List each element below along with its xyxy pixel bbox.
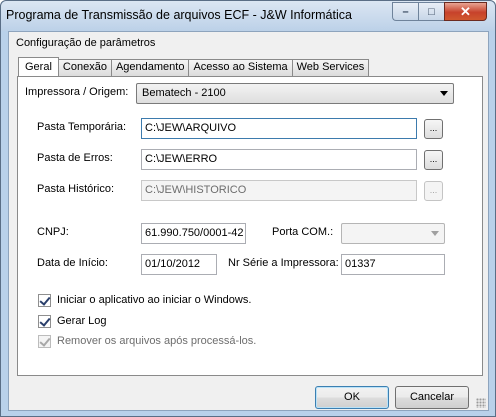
gerar-log-checkbox[interactable]	[38, 315, 51, 328]
close-button[interactable]: ✕	[444, 2, 487, 21]
tab-agendamento[interactable]: Agendamento	[110, 59, 190, 76]
impressora-select-value: Bematech - 2100	[142, 87, 226, 99]
data-inicio-label: Data de Início:	[37, 257, 108, 269]
pasta-historico-browse-button[interactable]: ...	[424, 181, 443, 201]
cnpj-field[interactable]: 61.990.750/0001-42	[141, 223, 246, 244]
caption-buttons: – □ ✕	[392, 2, 487, 21]
pasta-temporaria-field[interactable]: C:\JEW\ARQUIVO	[141, 118, 417, 139]
nr-serie-field[interactable]: 01337	[341, 254, 445, 275]
main-window: Programa de Transmissão de arquivos ECF …	[0, 0, 496, 417]
minimize-button[interactable]: –	[392, 2, 418, 21]
group-label: Configuração de parâmetros	[16, 37, 156, 49]
data-inicio-field[interactable]: 01/10/2012	[141, 254, 217, 275]
tab-panel-geral: Impressora / Origem: Bematech - 2100 Pas…	[17, 76, 483, 376]
pasta-historico-field[interactable]: C:\JEW\HISTORICO	[141, 180, 417, 201]
maximize-icon: □	[428, 5, 435, 18]
pasta-historico-label: Pasta Histórico:	[37, 183, 115, 195]
remover-arquivos-label[interactable]: Remover os arquivos após processá-los.	[57, 335, 256, 347]
chevron-down-icon	[440, 91, 448, 96]
gerar-log-label[interactable]: Gerar Log	[57, 315, 107, 327]
pasta-temporaria-browse-button[interactable]: ...	[424, 119, 443, 139]
nr-serie-label: Nr Série a Impressora:	[228, 257, 339, 269]
impressora-label: Impressora / Origem:	[25, 86, 129, 98]
tab-geral[interactable]: Geral	[18, 57, 59, 76]
cancel-button[interactable]: Cancelar	[395, 386, 469, 409]
window-title: Programa de Transmissão de arquivos ECF …	[6, 8, 352, 22]
minimize-icon: –	[402, 5, 409, 18]
cnpj-label: CNPJ:	[37, 226, 69, 238]
iniciar-windows-label[interactable]: Iniciar o aplicativo ao iniciar o Window…	[57, 294, 251, 306]
ok-button[interactable]: OK	[315, 386, 389, 409]
tab-acesso-ao-sistema[interactable]: Acesso ao Sistema	[188, 59, 293, 76]
porta-com-select[interactable]	[341, 223, 445, 244]
dialog-client-area: Configuração de parâmetros Geral Conexão…	[8, 31, 489, 411]
pasta-erros-label: Pasta de Erros:	[37, 152, 113, 164]
close-icon: ✕	[460, 3, 471, 19]
porta-com-label: Porta COM.:	[272, 226, 334, 238]
iniciar-windows-checkbox[interactable]	[38, 294, 51, 307]
chevron-down-icon	[431, 231, 439, 236]
tab-conexao[interactable]: Conexão	[57, 59, 112, 76]
resize-grip-icon[interactable]	[476, 398, 486, 408]
title-bar[interactable]: Programa de Transmissão de arquivos ECF …	[1, 1, 495, 31]
maximize-button[interactable]: □	[418, 2, 444, 21]
pasta-erros-field[interactable]: C:\JEW\ERRO	[141, 149, 417, 170]
tab-strip: Geral Conexão Agendamento Acesso ao Sist…	[18, 57, 370, 76]
remover-arquivos-checkbox[interactable]	[38, 335, 51, 348]
impressora-select[interactable]: Bematech - 2100	[136, 83, 454, 104]
pasta-temporaria-label: Pasta Temporária:	[37, 121, 127, 133]
tab-web-services[interactable]: Web Services	[291, 59, 370, 76]
pasta-erros-browse-button[interactable]: ...	[424, 150, 443, 170]
